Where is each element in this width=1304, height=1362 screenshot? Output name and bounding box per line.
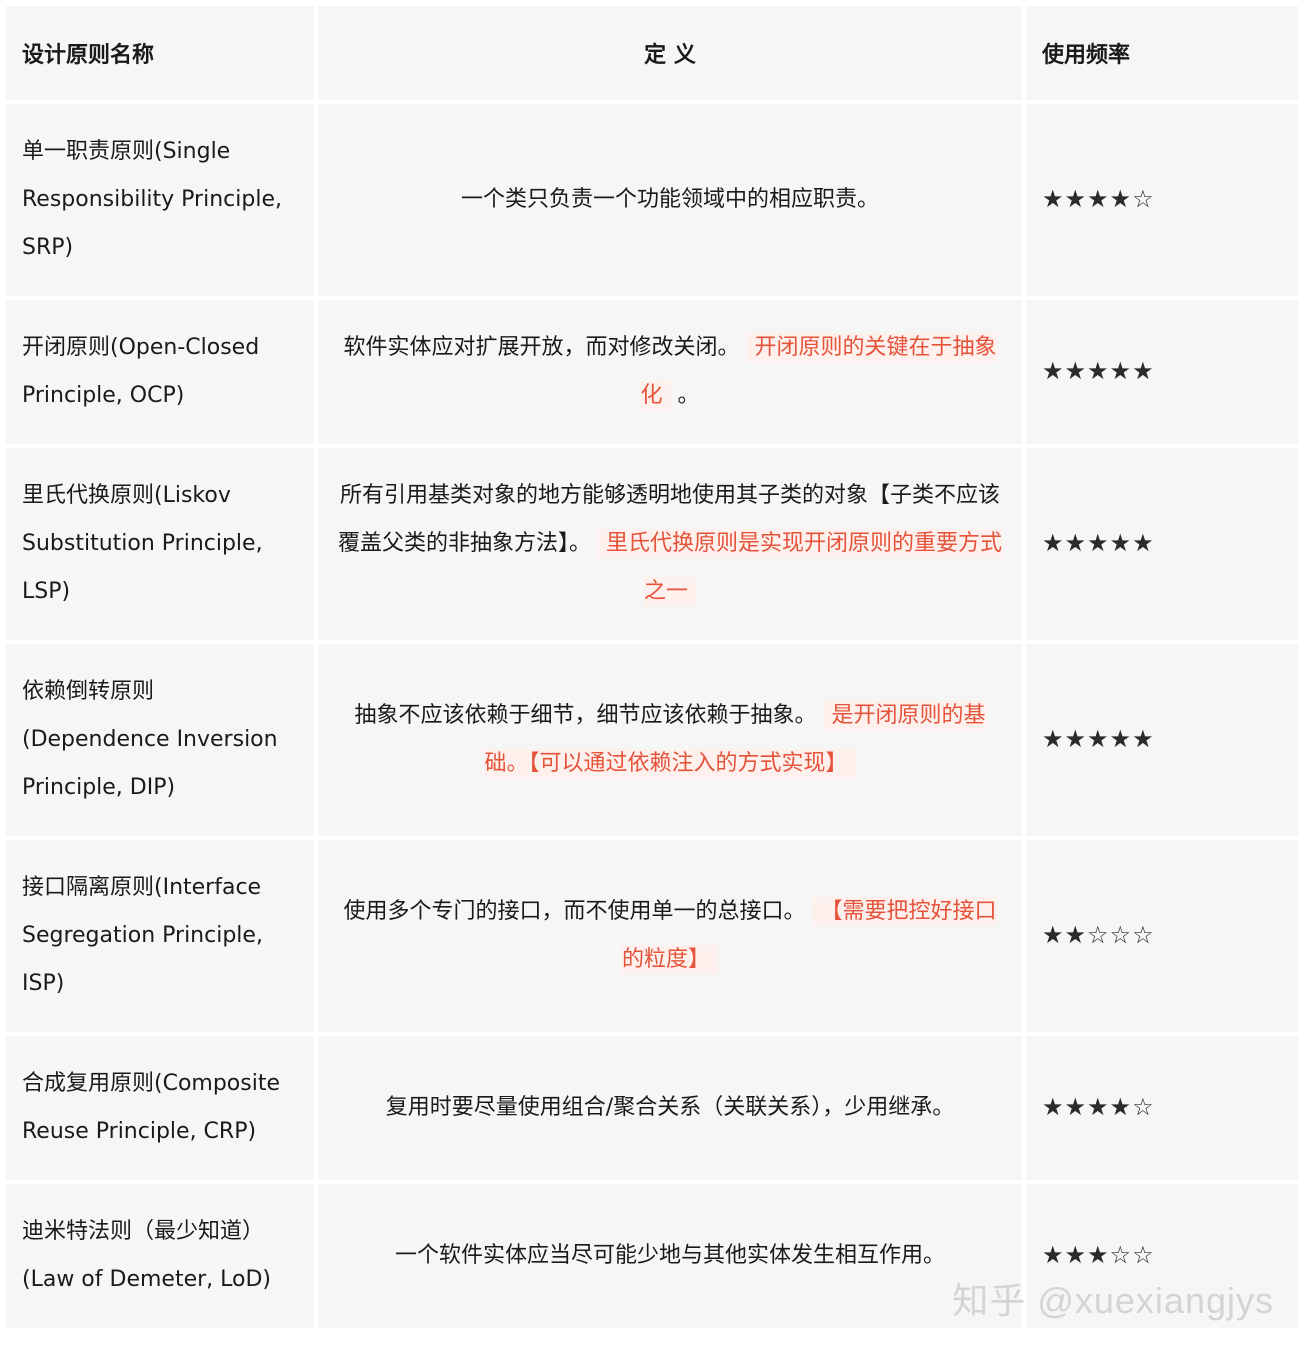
principle-definition: 复用时要尽量使用组合/聚合关系（关联关系），少用继承。	[318, 1036, 1022, 1180]
principle-definition: 一个类只负责一个功能领域中的相应职责。	[318, 104, 1022, 296]
star-rating-icon: ★★★★★	[1042, 357, 1155, 385]
table-row: 开闭原则(Open-Closed Principle, OCP) 软件实体应对扩…	[6, 300, 1298, 444]
star-rating-icon: ★★★★★	[1042, 725, 1155, 753]
star-rating-icon: ★★★★☆	[1042, 1093, 1155, 1121]
zhihu-watermark: 知乎 @xuexiangjys	[952, 1280, 1274, 1321]
principle-definition: 使用多个专门的接口，而不使用单一的总接口。 【需要把控好接口的粒度】	[318, 840, 1022, 1032]
table-row: 接口隔离原则(Interface Segregation Principle, …	[6, 840, 1298, 1032]
definition-text: 使用多个专门的接口，而不使用单一的总接口。	[343, 899, 806, 924]
table-row: 单一职责原则(Single Responsibility Principle, …	[6, 104, 1298, 296]
principle-name: 接口隔离原则(Interface Segregation Principle, …	[6, 840, 314, 1032]
definition-text: 一个软件实体应当尽可能少地与其他实体发生相互作用。	[394, 1243, 945, 1268]
principle-name: 迪米特法则（最少知道）(Law of Demeter, LoD)	[6, 1184, 314, 1328]
definition-text: 一个类只负责一个功能领域中的相应职责。	[460, 187, 879, 212]
definition-text: 抽象不应该依赖于细节，细节应该依赖于抽象。	[354, 703, 817, 728]
header-definition: 定 义	[318, 6, 1022, 100]
header-frequency: 使用频率	[1026, 6, 1298, 100]
principle-definition: 抽象不应该依赖于细节，细节应该依赖于抽象。 是开闭原则的基础。【可以通过依赖注入…	[318, 644, 1022, 836]
header-principle-name: 设计原则名称	[6, 6, 314, 100]
principle-name: 里氏代换原则(Liskov Substitution Principle, LS…	[6, 448, 314, 640]
frequency-rating: ★★★★★	[1026, 300, 1298, 444]
table-header-row: 设计原则名称 定 义 使用频率	[6, 6, 1298, 100]
star-rating-icon: ★★★☆☆	[1042, 1241, 1155, 1269]
definition-text: 软件实体应对扩展开放，而对修改关闭。	[343, 335, 740, 360]
principle-definition: 软件实体应对扩展开放，而对修改关闭。 开闭原则的关键在于抽象化 。	[318, 300, 1022, 444]
frequency-rating: ★★★★★	[1026, 448, 1298, 640]
star-rating-icon: ★★★★☆	[1042, 185, 1155, 213]
design-principles-table: 设计原则名称 定 义 使用频率 单一职责原则(Single Responsibi…	[2, 2, 1302, 1332]
star-rating-icon: ★★★★★	[1042, 529, 1155, 557]
table-row: 合成复用原则(Composite Reuse Principle, CRP) 复…	[6, 1036, 1298, 1180]
principle-definition: 所有引用基类对象的地方能够透明地使用其子类的对象【子类不应该覆盖父类的非抽象方法…	[318, 448, 1022, 640]
definition-text: 复用时要尽量使用组合/聚合关系（关联关系），少用继承。	[385, 1095, 955, 1120]
definition-highlight: 里氏代换原则是实现开闭原则的重要方式之一	[598, 529, 1003, 606]
frequency-rating: ★★★★☆	[1026, 1036, 1298, 1180]
principle-name: 合成复用原则(Composite Reuse Principle, CRP)	[6, 1036, 314, 1180]
frequency-rating: ★★☆☆☆	[1026, 840, 1298, 1032]
principle-definition: 一个软件实体应当尽可能少地与其他实体发生相互作用。	[318, 1184, 1022, 1328]
star-rating-icon: ★★☆☆☆	[1042, 921, 1155, 949]
frequency-rating: ★★★★☆	[1026, 104, 1298, 296]
definition-tail: 。	[677, 383, 700, 408]
frequency-rating: ★★★★★	[1026, 644, 1298, 836]
table-row: 依赖倒转原则(Dependence Inversion Principle, D…	[6, 644, 1298, 836]
principle-name: 依赖倒转原则(Dependence Inversion Principle, D…	[6, 644, 314, 836]
principle-name: 开闭原则(Open-Closed Principle, OCP)	[6, 300, 314, 444]
table-row: 里氏代换原则(Liskov Substitution Principle, LS…	[6, 448, 1298, 640]
principle-name: 单一职责原则(Single Responsibility Principle, …	[6, 104, 314, 296]
